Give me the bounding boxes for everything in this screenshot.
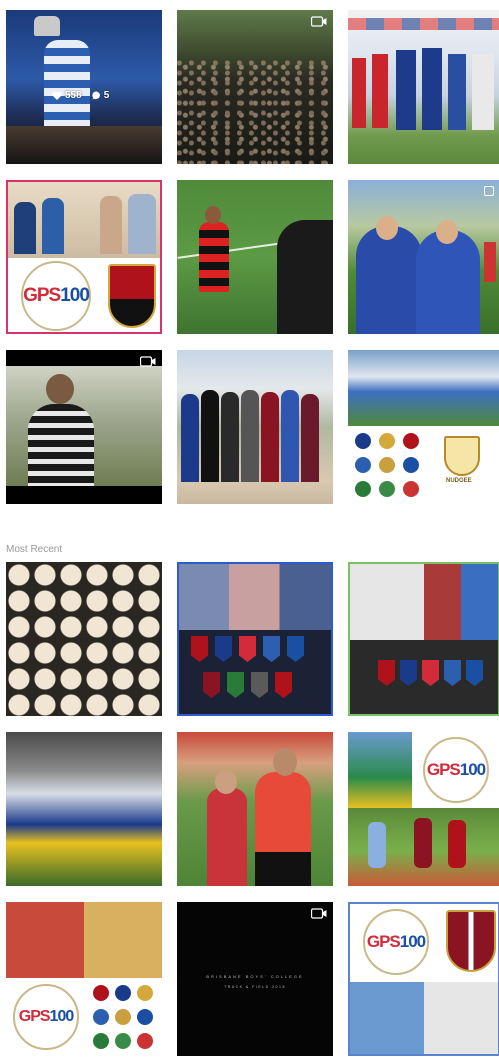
post-tile[interactable] (177, 10, 333, 164)
section-label-most-recent: Most Recent (6, 544, 63, 555)
gps100-logo: GPS100 (412, 732, 499, 808)
nudgee-crest-icon (444, 436, 480, 476)
comment-icon (92, 91, 100, 100)
likes-count: 558 (52, 90, 82, 101)
gps100-text: GPS100 (366, 932, 426, 951)
post-image (179, 564, 331, 630)
post-image (348, 350, 499, 426)
post-image (348, 732, 412, 808)
post-image (350, 564, 498, 640)
post-image (6, 562, 162, 716)
gps100-logo: GPS100 (350, 904, 442, 980)
nudgee-label: NUDGEE (446, 478, 472, 484)
post-tile[interactable] (6, 350, 162, 504)
post-tile[interactable] (177, 562, 333, 716)
school-crest-icon (446, 910, 496, 972)
post-tile[interactable]: GPS100 (6, 180, 162, 334)
post-stats: 558 5 (52, 90, 109, 101)
post-tile[interactable] (177, 180, 333, 334)
post-tile[interactable]: GPS100 (6, 902, 162, 1056)
video-title-card: BRISBANE BOYS' COLLEGE TRACK & FIELD 201… (177, 974, 333, 989)
post-tile[interactable]: GPS100 (348, 902, 499, 1056)
school-crest-icon (108, 264, 156, 328)
gps100-text: GPS100 (23, 285, 90, 306)
post-tile[interactable]: BRISBANE BOYS' COLLEGE TRACK & FIELD 201… (177, 902, 333, 1056)
post-image (6, 902, 162, 978)
post-tile[interactable] (348, 180, 499, 334)
post-image (6, 732, 162, 886)
video-camera-icon (311, 16, 327, 27)
video-camera-icon (311, 908, 327, 919)
video-caption-title: BRISBANE BOYS' COLLEGE (206, 974, 304, 979)
comments-value: 5 (103, 90, 110, 101)
gps100-text: GPS100 (18, 1008, 74, 1025)
comments-count: 5 (92, 90, 110, 101)
gps100-logo: GPS100 (8, 258, 104, 332)
post-tile[interactable] (6, 732, 162, 886)
video-caption-subtitle: TRACK & FIELD 2018 (224, 985, 286, 989)
post-tile[interactable] (6, 562, 162, 716)
top-posts-grid: 558 5 GPS100 NUDGEE (6, 10, 499, 504)
video-camera-icon (140, 356, 156, 367)
post-tile[interactable] (348, 10, 499, 164)
post-image (350, 982, 498, 1054)
post-tile[interactable] (348, 562, 499, 716)
post-tile[interactable]: NUDGEE (348, 350, 499, 504)
heart-icon (52, 91, 62, 100)
post-tile[interactable] (177, 732, 333, 886)
likes-value: 558 (65, 90, 82, 101)
gps100-text: GPS100 (426, 760, 486, 779)
post-tile[interactable] (177, 350, 333, 504)
gps100-logo: GPS100 (6, 978, 86, 1056)
post-tile[interactable]: GPS100 (348, 732, 499, 886)
post-tile[interactable]: 558 5 (6, 10, 162, 164)
most-recent-grid: GPS100 GPS100 BRISBANE BOYS' COLLEGE TRA… (6, 562, 499, 1056)
